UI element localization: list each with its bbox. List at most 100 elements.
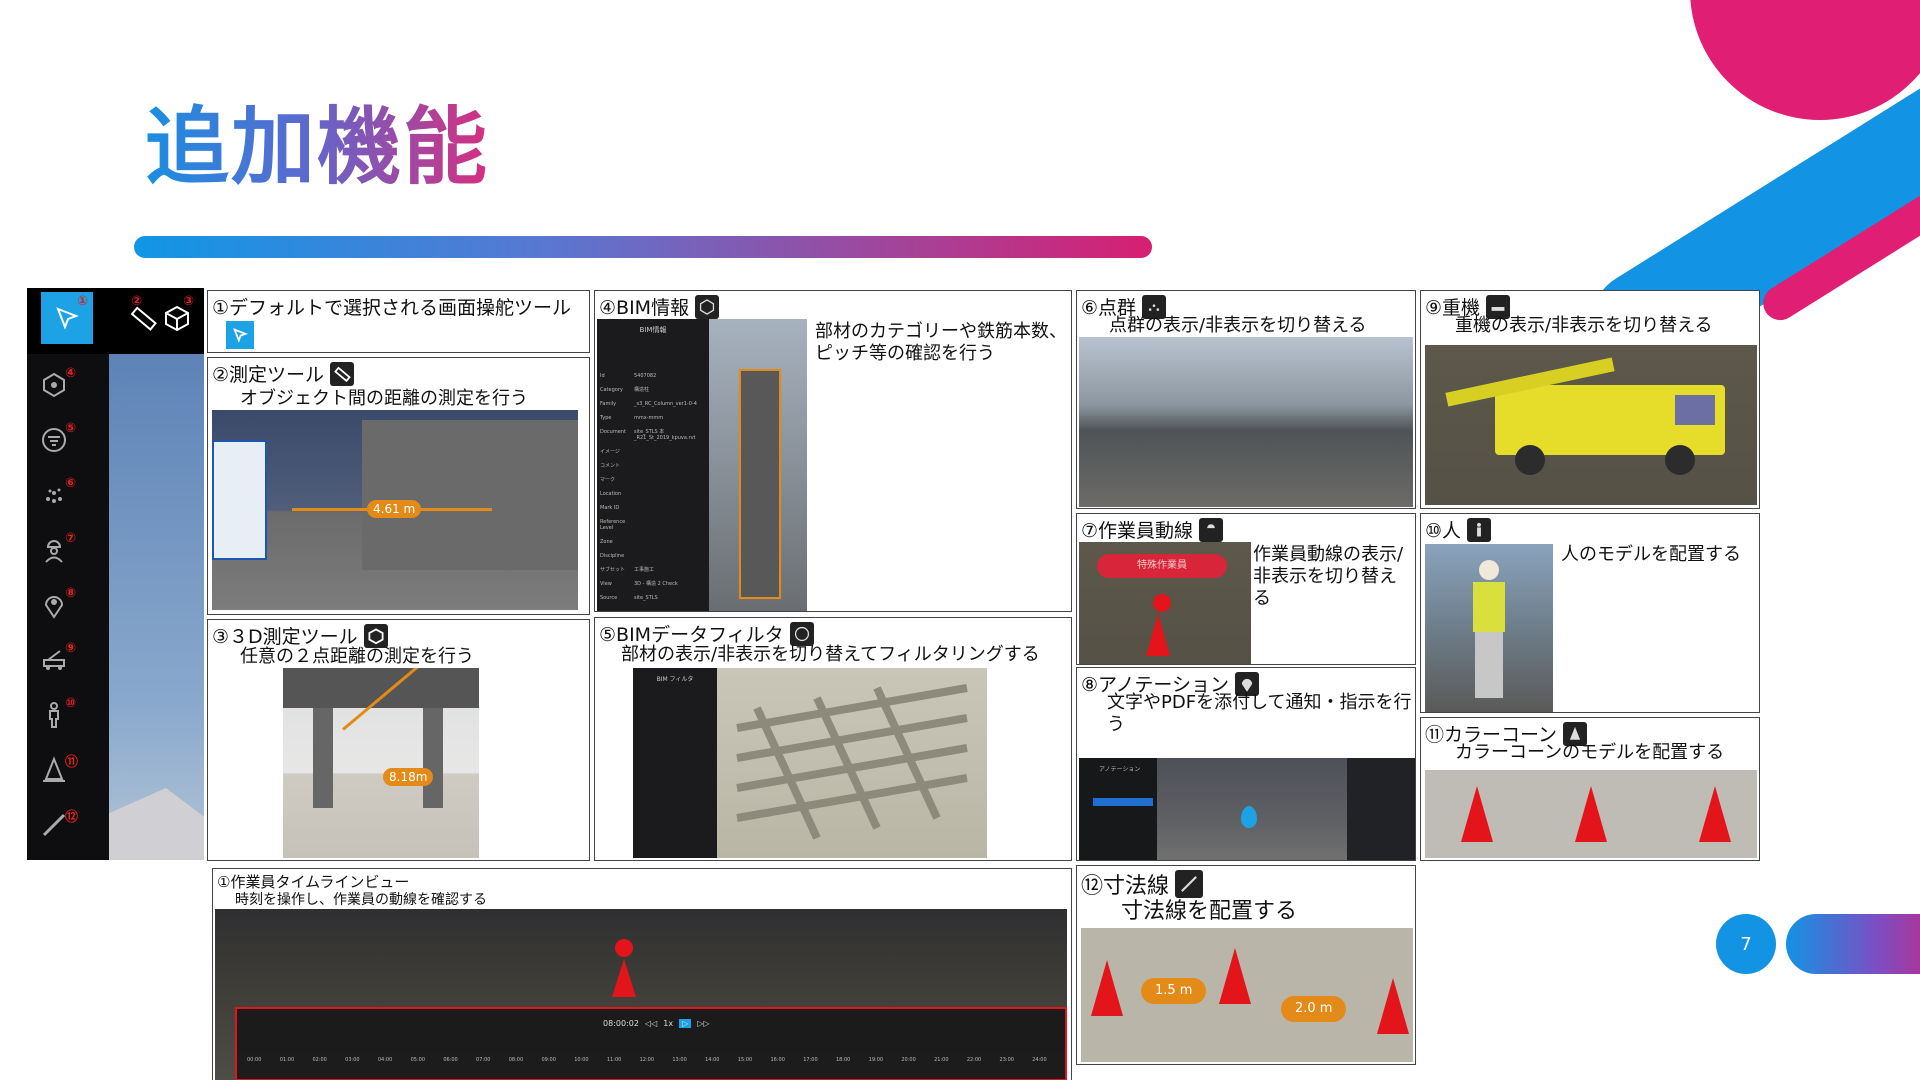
select-arrow-icon bbox=[226, 321, 254, 349]
bim-info-key: コメント bbox=[600, 463, 621, 469]
bim-info-key: Document bbox=[600, 429, 626, 435]
timeline-tick: 05:00 bbox=[410, 1057, 426, 1063]
timeline-tick: 22:00 bbox=[966, 1057, 982, 1063]
timeline-tick: 14:00 bbox=[705, 1057, 720, 1063]
timeline-screenshot: 08:00:02 ◁◁ 1x ▷ ▷▷ 00:00 01:00 02:00 03:00… bbox=[215, 909, 1067, 1080]
panel-title: ②測定ツール bbox=[212, 360, 355, 387]
panel-description: 時刻を操作し、作業員の動線を確認する bbox=[235, 892, 487, 908]
bim-info-key: Family bbox=[600, 401, 617, 407]
bim-info-row: Family _s3_RC_Column_ver1-0-4 bbox=[600, 401, 706, 407]
bim-info-row: マーク bbox=[600, 477, 706, 483]
bim-info-row: Mark ID bbox=[600, 505, 706, 511]
point-cloud-screenshot bbox=[1079, 337, 1413, 507]
person-helmet bbox=[1479, 560, 1499, 580]
panel-description: 部材の表示/非表示を切り替えてフィルタリングする bbox=[621, 644, 1040, 665]
pin-icon bbox=[1241, 806, 1257, 828]
bim-info-key: イメージ bbox=[600, 449, 620, 455]
column-model bbox=[423, 708, 443, 808]
timeline-tick: 16:00 bbox=[770, 1057, 785, 1063]
bim-info-row: Discipline bbox=[600, 553, 706, 559]
page-number: 7 bbox=[1716, 914, 1776, 974]
page-title: 追加機能 bbox=[145, 80, 489, 201]
timeline-tick: 01:00 bbox=[279, 1057, 295, 1063]
dimension-label: 1.5 m bbox=[1141, 978, 1207, 1004]
panel-description: カラーコーンのモデルを配置する bbox=[1455, 742, 1725, 763]
panel-worker-timeline: ①作業員タイムラインビュー 時刻を操作し、作業員の動線を確認する 08:00:0… bbox=[212, 868, 1072, 1080]
panel-title-text: ⑦作業員動線 bbox=[1081, 520, 1194, 542]
timeline-tick: 08:00 bbox=[508, 1057, 524, 1063]
bim-info-key: Id bbox=[600, 373, 605, 379]
bim-info-key: マーク bbox=[600, 477, 616, 483]
panel-point-cloud: ⑥点群 点群の表示/非表示を切り替える bbox=[1076, 290, 1416, 509]
person-vest bbox=[1473, 582, 1505, 632]
bim-info-key: Category bbox=[600, 387, 623, 393]
viewport-sky bbox=[109, 354, 204, 860]
filter-ui: BIM フィルタ bbox=[633, 668, 717, 858]
annotation-ui: アノテーション bbox=[1079, 758, 1157, 860]
panel-title-text: ⑩人 bbox=[1425, 520, 1462, 542]
bim-info-row: Document site_STLS 本_R21_St_2019_kpuva.rv… bbox=[600, 429, 706, 441]
play-icon[interactable]: ▷ bbox=[679, 1019, 692, 1028]
timeline-speed[interactable]: 1x bbox=[663, 1019, 673, 1028]
timeline-tick: 17:00 bbox=[803, 1057, 818, 1063]
timeline-tick: 12:00 bbox=[639, 1057, 655, 1063]
fast-forward-icon[interactable]: ▷▷ bbox=[697, 1019, 709, 1028]
bim-info-row: View 3D - 構造 2 Check bbox=[600, 581, 706, 587]
panel-description: 作業員動線の表示/非表示を切り替える bbox=[1253, 544, 1404, 609]
concrete-structure bbox=[362, 420, 578, 570]
worker-body bbox=[612, 959, 636, 997]
timeline-tick: 20:00 bbox=[901, 1057, 916, 1063]
page-decor-pill bbox=[1786, 914, 1920, 974]
panel-annotation: ⑧アノテーション 文字やPDFを添付して通知・指示を行う アノテーション bbox=[1076, 667, 1416, 861]
tool-number: ⑥ bbox=[65, 476, 77, 491]
panel-color-cone: ⑪カラーコーン カラーコーンのモデルを配置する bbox=[1420, 717, 1760, 861]
bim-info-row: Reference Level bbox=[600, 519, 706, 531]
panel-description: オブジェクト間の距離の測定を行う bbox=[240, 388, 528, 409]
toolbar-screenshot: ① ② ③ ④ ⑤ ⑥ ⑦ ⑧ ⑨ ⑩ ⑪ ⑫ bbox=[27, 288, 204, 860]
tool-number: ② bbox=[131, 294, 143, 309]
filter-header: BIM フィルタ bbox=[656, 676, 694, 683]
filter-icon bbox=[789, 621, 814, 646]
truck-wheel bbox=[1515, 445, 1545, 475]
grid-structure bbox=[736, 684, 968, 840]
ruler-icon bbox=[330, 361, 355, 386]
tool-number: ⑤ bbox=[65, 421, 77, 436]
tool-number: ③ bbox=[183, 294, 195, 309]
panel-description: 文字やPDFを添付して通知・指示を行う bbox=[1107, 692, 1412, 735]
panel-bim-filter: ⑤BIMデータフィルタ 部材の表示/非表示を切り替えてフィルタリングする BIM… bbox=[594, 617, 1072, 861]
cone-model bbox=[1699, 786, 1731, 842]
bim-info-value: 3D - 構造 2 Check bbox=[634, 581, 678, 587]
tool-number: ⑪ bbox=[65, 755, 79, 770]
bim-info-value: site_STLS 本_R21_St_2019_kpuva.rvt bbox=[634, 429, 696, 441]
panel-title: ③３D測定ツール bbox=[212, 622, 388, 649]
cone-model bbox=[1377, 978, 1409, 1034]
timeline-tick: 00:00 bbox=[247, 1057, 262, 1063]
worker-path-screenshot: 特殊作業員 bbox=[1079, 542, 1251, 664]
tool-number: ⑦ bbox=[65, 531, 77, 546]
bim-info-row: Id 5407082 bbox=[600, 373, 706, 379]
bim-info-header: BIM情報 bbox=[639, 326, 667, 334]
cone-model bbox=[1091, 960, 1123, 1016]
worker-head bbox=[615, 939, 633, 957]
distance-label: 8.18m bbox=[383, 768, 434, 786]
timeline-tick: 10:00 bbox=[574, 1057, 589, 1063]
timeline-ticks: 00:00 01:00 02:00 03:00 04:00 05:00 06:00 07:00… bbox=[247, 1057, 1047, 1077]
bim-info-key: Reference Level bbox=[600, 519, 626, 531]
bim-info-key: Discipline bbox=[600, 553, 625, 559]
panel-title: ⑤BIMデータフィルタ bbox=[599, 620, 814, 647]
bim-info-rows: Id 5407082 Category 構造柱 Family _s3_RC_Column_… bbox=[600, 373, 706, 609]
bim-info-value: _s3_RC_Column_ver1-0-4 bbox=[634, 401, 697, 407]
bim-info-row: サブセット 工事施工 bbox=[600, 567, 706, 573]
rewind-icon[interactable]: ◁◁ bbox=[645, 1019, 657, 1028]
bim-info-value: mmx-mmm bbox=[634, 415, 664, 421]
timeline-tick: 09:00 bbox=[541, 1057, 556, 1063]
person-icon bbox=[1467, 517, 1492, 542]
cone-model bbox=[1219, 948, 1251, 1004]
bim-info-key: Zone bbox=[600, 539, 613, 545]
tool-number: ④ bbox=[65, 366, 77, 381]
tool-number: ⑫ bbox=[65, 810, 79, 825]
bim-info-value: 5407082 bbox=[634, 373, 657, 379]
worker-label: 特殊作業員 bbox=[1097, 554, 1227, 578]
cone-model bbox=[1575, 786, 1607, 842]
timeline-tick: 21:00 bbox=[934, 1057, 949, 1063]
